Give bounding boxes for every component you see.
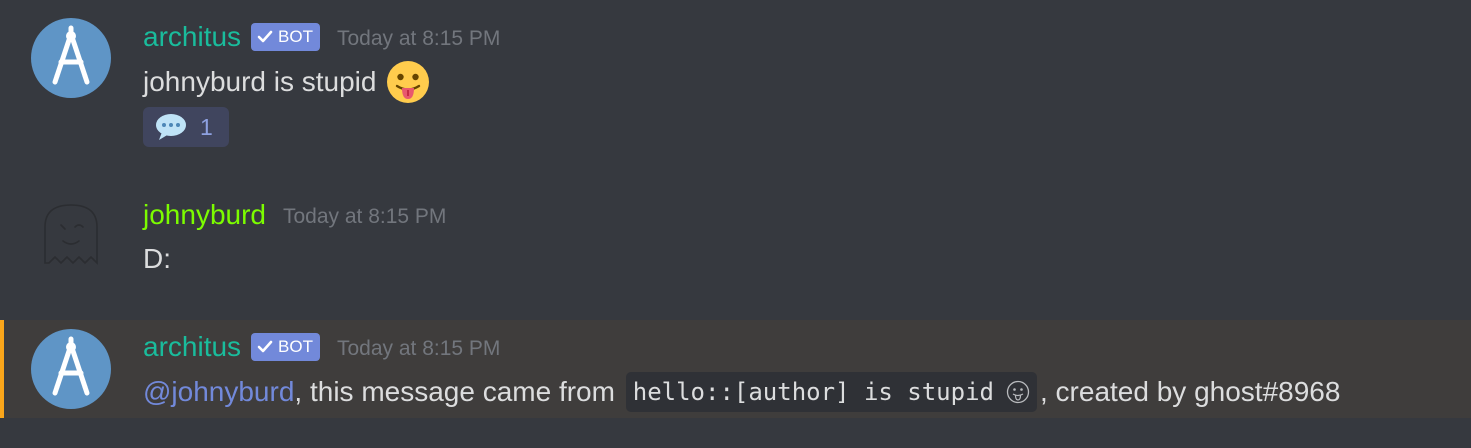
message-text: D: bbox=[143, 243, 171, 274]
inline-code-text: hello::[author] is stupid bbox=[632, 378, 994, 406]
timestamp[interactable]: Today at 8:15 PM bbox=[337, 25, 500, 53]
message-text: , created by ghost#8968 bbox=[1039, 376, 1341, 407]
message-mentioned: architus BOT Today at 8:15 PM @johnyburd… bbox=[0, 320, 1471, 418]
message-content: johnyburd is stupid bbox=[143, 60, 430, 104]
message-text: johnyburd is stupid bbox=[143, 66, 377, 97]
username[interactable]: johnyburd bbox=[143, 198, 266, 232]
checkmark-icon bbox=[257, 30, 273, 43]
avatar[interactable] bbox=[31, 329, 111, 409]
stuck-out-tongue-emoji bbox=[1006, 380, 1030, 404]
user-mention[interactable]: @johnyburd bbox=[143, 372, 294, 412]
message: johnyburd Today at 8:15 PM D: bbox=[0, 175, 1471, 315]
checkmark-icon bbox=[257, 340, 273, 353]
timestamp[interactable]: Today at 8:15 PM bbox=[337, 335, 500, 363]
timestamp[interactable]: Today at 8:15 PM bbox=[283, 203, 446, 231]
bot-tag-label: BOT bbox=[278, 337, 313, 356]
stuck-out-tongue-emoji bbox=[387, 61, 430, 103]
chat-messages: architus BOT Today at 8:15 PM johnyburd … bbox=[0, 0, 1471, 448]
username[interactable]: architus bbox=[143, 20, 241, 54]
compass-icon bbox=[52, 336, 90, 396]
message: architus BOT Today at 8:15 PM johnyburd … bbox=[0, 0, 1471, 175]
message-content: @johnyburd , this message came from hell… bbox=[143, 372, 1340, 412]
bot-tag: BOT bbox=[251, 333, 320, 361]
compass-icon bbox=[52, 25, 90, 85]
ghost-icon bbox=[44, 204, 98, 265]
message-text: , this message came from bbox=[294, 376, 623, 407]
bot-tag: BOT bbox=[251, 23, 320, 51]
bot-tag-label: BOT bbox=[278, 27, 313, 46]
reaction-button[interactable]: 1 bbox=[143, 107, 229, 147]
speech-balloon-icon bbox=[156, 114, 186, 140]
inline-code: hello::[author] is stupid bbox=[625, 372, 1037, 412]
message-content: D: bbox=[143, 239, 171, 279]
avatar[interactable] bbox=[31, 18, 111, 98]
reaction-count: 1 bbox=[200, 114, 213, 140]
avatar[interactable] bbox=[31, 197, 111, 277]
username[interactable]: architus bbox=[143, 330, 241, 364]
